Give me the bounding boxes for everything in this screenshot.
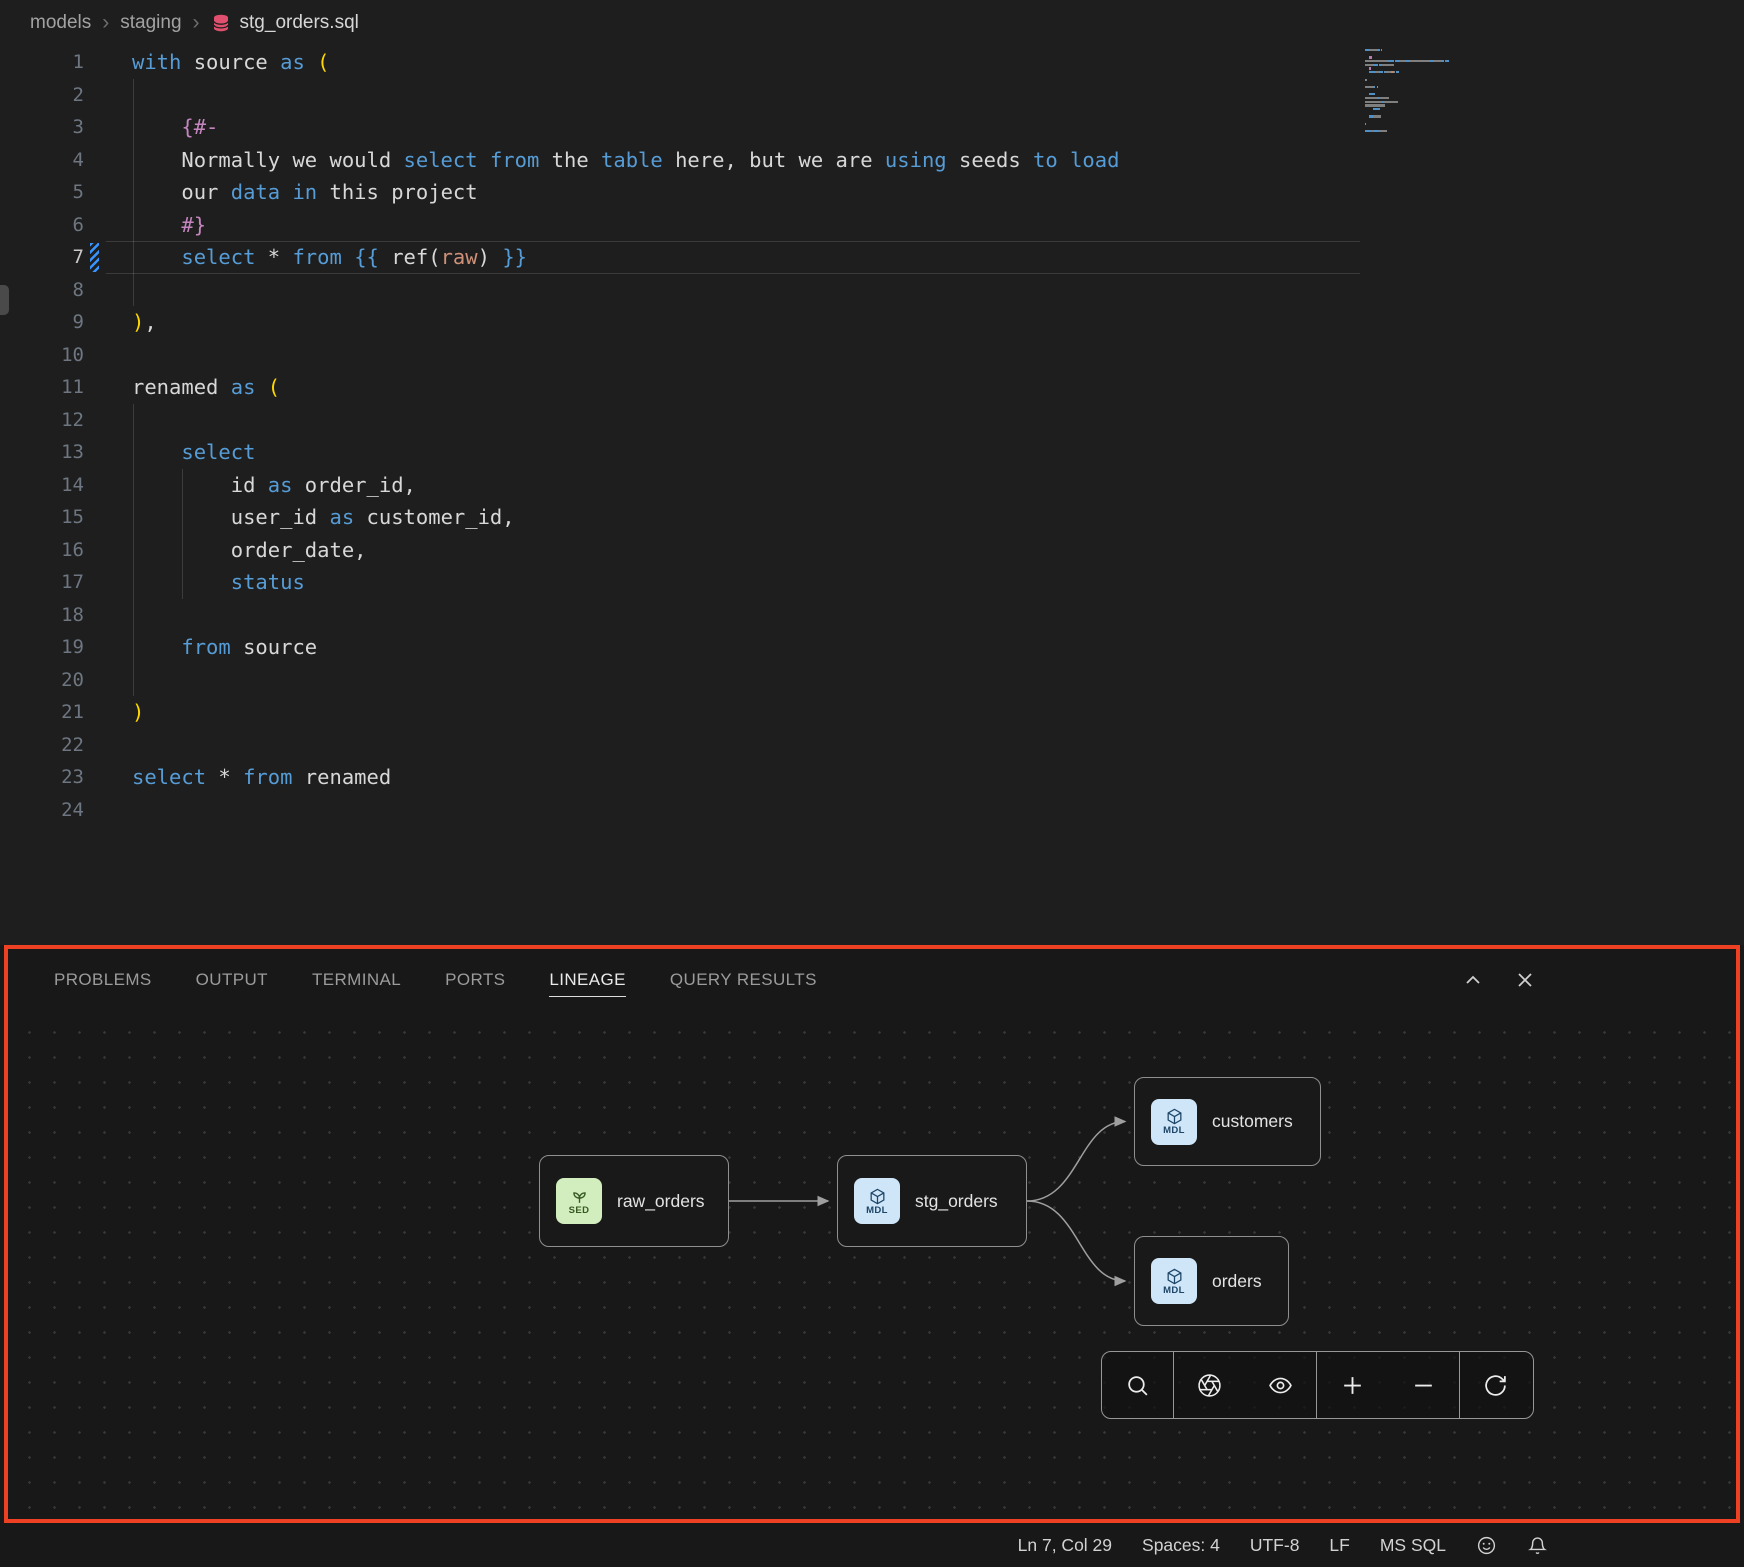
code-line-18[interactable]: 18	[0, 599, 1744, 632]
code-line-14[interactable]: 14 id as order_id,	[0, 469, 1744, 502]
code-editor[interactable]: 1with source as (23 {#-4 Normally we wou…	[0, 46, 1744, 945]
tab-query-results[interactable]: QUERY RESULTS	[670, 963, 817, 997]
zoom-in-button[interactable]	[1317, 1352, 1388, 1418]
code-line-7[interactable]: 7 select * from {{ ref(raw) }}	[0, 241, 1744, 274]
lineage-node-raw_orders[interactable]: SED raw_orders	[539, 1155, 729, 1247]
lineage-edges	[8, 1011, 1736, 1519]
code-line-17[interactable]: 17 status	[0, 566, 1744, 599]
code-line-21[interactable]: 21)	[0, 696, 1744, 729]
breadcrumb-item-models[interactable]: models	[30, 12, 91, 34]
status-item-4[interactable]: MS SQL	[1380, 1535, 1446, 1556]
left-edge-indicator	[0, 285, 9, 315]
code-line-4[interactable]: 4 Normally we would select from the tabl…	[0, 144, 1744, 177]
search-button[interactable]	[1102, 1352, 1173, 1418]
code-line-16[interactable]: 16 order_date,	[0, 534, 1744, 567]
tab-terminal[interactable]: TERMINAL	[312, 963, 401, 997]
panel-close-button[interactable]	[1514, 969, 1536, 991]
minimap[interactable]	[1365, 49, 1525, 138]
modified-line-marker	[90, 243, 99, 272]
status-items: Ln 7, Col 29 Spaces: 4 UTF-8 LF MS SQL	[1018, 1535, 1446, 1556]
copilot-icon[interactable]	[1476, 1535, 1497, 1556]
lineage-node-orders[interactable]: MDL orders	[1134, 1236, 1289, 1326]
node-label: raw_orders	[617, 1191, 705, 1212]
node-label: orders	[1212, 1271, 1262, 1292]
status-item-3[interactable]: LF	[1329, 1535, 1349, 1556]
code-line-10[interactable]: 10	[0, 339, 1744, 372]
tab-output[interactable]: OUTPUT	[196, 963, 268, 997]
code-line-6[interactable]: 6 #}	[0, 209, 1744, 242]
code-line-23[interactable]: 23select * from renamed	[0, 761, 1744, 794]
status-item-1[interactable]: Spaces: 4	[1142, 1535, 1220, 1556]
breadcrumb-separator: ›	[102, 11, 109, 35]
code-line-22[interactable]: 22	[0, 729, 1744, 762]
breadcrumb-separator: ›	[193, 11, 200, 35]
editor-lines: 1with source as (23 {#-4 Normally we wou…	[0, 46, 1744, 826]
eye-button[interactable]	[1245, 1352, 1316, 1418]
code-line-5[interactable]: 5 our data in this project	[0, 176, 1744, 209]
code-line-9[interactable]: 9),	[0, 306, 1744, 339]
bell-icon[interactable]	[1527, 1535, 1548, 1556]
status-item-2[interactable]: UTF-8	[1250, 1535, 1300, 1556]
model-icon: MDL	[1151, 1258, 1197, 1304]
code-line-24[interactable]: 24	[0, 794, 1744, 827]
panel-tabs-row: PROBLEMS OUTPUT TERMINAL PORTS LINEAGE QUERY …	[8, 949, 1736, 1011]
file-name: stg_orders.sql	[240, 12, 359, 34]
code-line-11[interactable]: 11renamed as (	[0, 371, 1744, 404]
tab-problems[interactable]: PROBLEMS	[54, 963, 152, 997]
model-icon: MDL	[1151, 1099, 1197, 1145]
zoom-out-button[interactable]	[1388, 1352, 1459, 1418]
panel-maximize-button[interactable]	[1462, 969, 1484, 991]
database-icon	[211, 13, 231, 33]
breadcrumb: models › staging › stg_orders.sql	[0, 0, 1744, 46]
bottom-panel: PROBLEMS OUTPUT TERMINAL PORTS LINEAGE QUERY …	[4, 945, 1740, 1523]
lineage-node-customers[interactable]: MDL customers	[1134, 1077, 1321, 1166]
refresh-button[interactable]	[1460, 1352, 1531, 1418]
lineage-canvas[interactable]: SEDraw_ordersMDLstg_ordersMDLcustomersMD…	[8, 1011, 1736, 1519]
breadcrumb-file[interactable]: stg_orders.sql	[211, 12, 359, 34]
code-line-12[interactable]: 12	[0, 404, 1744, 437]
code-line-19[interactable]: 19 from source	[0, 631, 1744, 664]
lineage-node-stg_orders[interactable]: MDL stg_orders	[837, 1155, 1027, 1247]
status-bar: Ln 7, Col 29 Spaces: 4 UTF-8 LF MS SQL	[0, 1523, 1744, 1567]
lineage-toolbar	[1101, 1351, 1534, 1419]
model-icon: MDL	[854, 1178, 900, 1224]
panel-actions	[1462, 969, 1536, 991]
breadcrumb-item-staging[interactable]: staging	[120, 12, 181, 34]
code-line-8[interactable]: 8	[0, 274, 1744, 307]
tab-ports[interactable]: PORTS	[445, 963, 505, 997]
panel-tabs: PROBLEMS OUTPUT TERMINAL PORTS LINEAGE QUERY …	[54, 963, 861, 997]
code-line-20[interactable]: 20	[0, 664, 1744, 697]
status-item-0[interactable]: Ln 7, Col 29	[1018, 1535, 1112, 1556]
node-label: customers	[1212, 1111, 1293, 1132]
node-label: stg_orders	[915, 1191, 998, 1212]
tab-lineage[interactable]: LINEAGE	[549, 963, 626, 997]
code-line-13[interactable]: 13 select	[0, 436, 1744, 469]
seed-icon: SED	[556, 1178, 602, 1224]
code-line-15[interactable]: 15 user_id as customer_id,	[0, 501, 1744, 534]
aperture-button[interactable]	[1174, 1352, 1245, 1418]
